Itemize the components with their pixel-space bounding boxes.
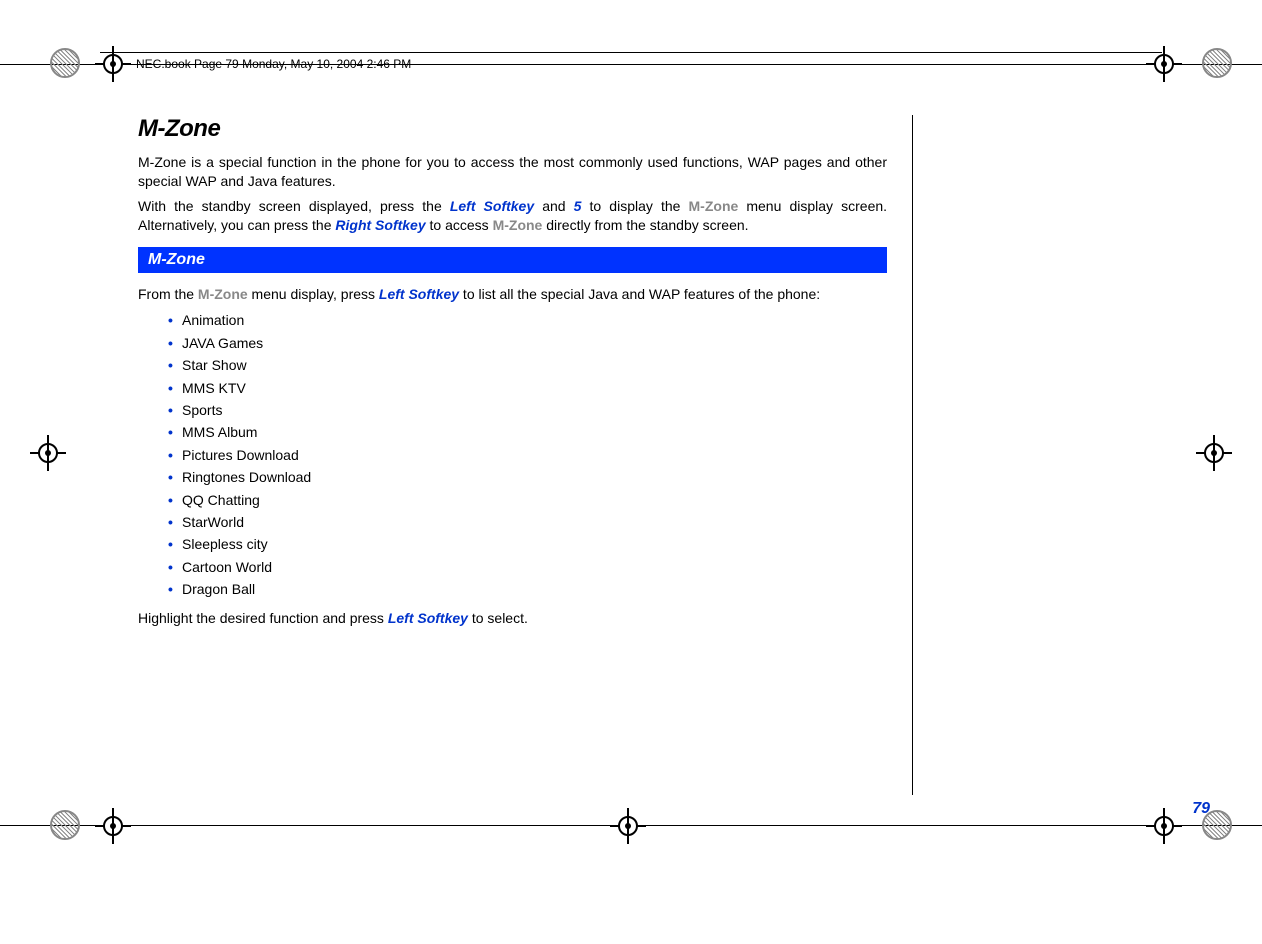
text: From the — [138, 286, 198, 302]
page-number: 79 — [1192, 800, 1210, 818]
crop-line-top — [0, 64, 1262, 65]
left-softkey-label: Left Softkey — [379, 286, 459, 302]
text: to list all the special Java and WAP fea… — [459, 286, 820, 302]
text: to display the — [581, 198, 688, 214]
instruction-paragraph-1: With the standby screen displayed, press… — [138, 197, 887, 235]
right-softkey-label: Right Softkey — [335, 217, 425, 233]
crosshair-icon — [95, 46, 131, 82]
crosshair-icon — [1146, 46, 1182, 82]
instruction-paragraph-3: Highlight the desired function and press… — [138, 609, 887, 628]
content-area: M-Zone M-Zone is a special function in t… — [138, 115, 913, 795]
page-title: M-Zone — [138, 115, 887, 143]
mzone-label: M-Zone — [198, 286, 248, 302]
text: to select. — [468, 610, 528, 626]
text: Highlight the desired function and press — [138, 610, 388, 626]
list-item: Sports — [168, 399, 887, 421]
mzone-label: M-Zone — [689, 198, 739, 214]
feature-list: Animation JAVA Games Star Show MMS KTV S… — [168, 309, 887, 600]
crosshair-icon — [1196, 435, 1232, 471]
list-item: Ringtones Download — [168, 466, 887, 488]
registration-mark-icon — [1202, 48, 1232, 78]
left-softkey-label: Left Softkey — [450, 198, 534, 214]
list-item: Cartoon World — [168, 556, 887, 578]
registration-mark-icon — [50, 810, 80, 840]
text: With the standby screen displayed, press… — [138, 198, 450, 214]
list-item: Pictures Download — [168, 444, 887, 466]
header-rule — [100, 52, 1162, 53]
list-item: Animation — [168, 309, 887, 331]
list-item: Star Show — [168, 354, 887, 376]
list-item: QQ Chatting — [168, 489, 887, 511]
list-item: StarWorld — [168, 511, 887, 533]
crosshair-icon — [610, 808, 646, 844]
text: directly from the standby screen. — [542, 217, 748, 233]
list-item: Dragon Ball — [168, 578, 887, 600]
mzone-label: M-Zone — [493, 217, 543, 233]
list-item: MMS KTV — [168, 377, 887, 399]
crosshair-icon — [30, 435, 66, 471]
section-header-bar: M-Zone — [138, 247, 887, 273]
list-item: Sleepless city — [168, 533, 887, 555]
text: to access — [426, 217, 493, 233]
crosshair-icon — [1146, 808, 1182, 844]
text: menu display, press — [248, 286, 379, 302]
intro-paragraph: M-Zone is a special function in the phon… — [138, 153, 887, 191]
instruction-paragraph-2: From the M-Zone menu display, press Left… — [138, 285, 887, 304]
registration-mark-icon — [50, 48, 80, 78]
crosshair-icon — [95, 808, 131, 844]
list-item: JAVA Games — [168, 332, 887, 354]
list-item: MMS Album — [168, 421, 887, 443]
text: and — [534, 198, 574, 214]
left-softkey-label: Left Softkey — [388, 610, 468, 626]
